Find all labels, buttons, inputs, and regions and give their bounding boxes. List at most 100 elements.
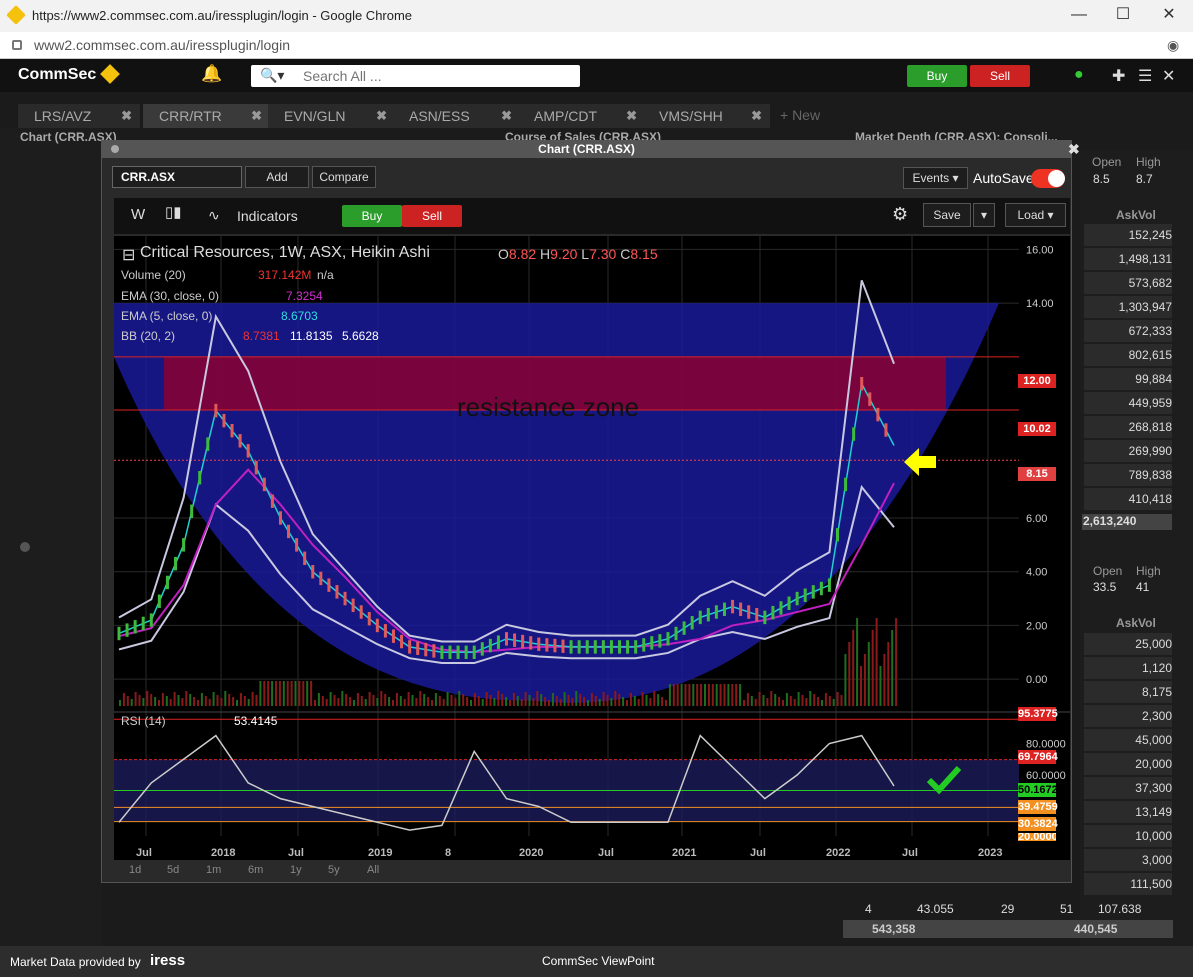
volume-value: 317.142M bbox=[258, 268, 312, 282]
askvol-value: 13,149 bbox=[1135, 805, 1172, 819]
compare-button[interactable]: Compare bbox=[312, 166, 376, 188]
save-button[interactable]: Save bbox=[923, 203, 971, 227]
close-app-icon[interactable]: ✕ bbox=[1162, 66, 1175, 86]
candle bbox=[609, 640, 613, 654]
volume-bar bbox=[739, 684, 742, 706]
askvol-row: 2,300 bbox=[1084, 705, 1172, 727]
volume-bar bbox=[181, 698, 184, 706]
volume-bar bbox=[298, 681, 301, 706]
volume-bar bbox=[165, 696, 168, 706]
period-All[interactable]: All bbox=[367, 864, 379, 876]
interval-selector[interactable]: W bbox=[131, 206, 145, 223]
volume-bar bbox=[317, 693, 320, 706]
header-sell-button[interactable]: Sell bbox=[970, 65, 1030, 87]
load-dropdown[interactable]: Load ▾ bbox=[1005, 203, 1066, 227]
askvol-row: 8,175 bbox=[1084, 681, 1172, 703]
url-text[interactable]: www2.commsec.com.au/iressplugin/login bbox=[34, 37, 290, 53]
candle bbox=[666, 632, 670, 646]
address-bar[interactable]: www2.commsec.com.au/iressplugin/login ◉ bbox=[0, 32, 1193, 59]
close-tab-icon[interactable]: ✖ bbox=[501, 104, 512, 128]
volume-bar bbox=[668, 684, 671, 706]
tab-asn-ess[interactable]: ASN/ESS ✖ bbox=[393, 104, 520, 128]
volume-bar bbox=[852, 630, 855, 706]
search-input[interactable] bbox=[297, 65, 580, 87]
rsi-legend: RSI (14) bbox=[121, 714, 166, 728]
settings-gear-icon[interactable]: ⚙ bbox=[892, 204, 908, 225]
volume-bar bbox=[364, 699, 367, 706]
tab-vms-shh[interactable]: VMS/SHH ✖ bbox=[643, 104, 770, 128]
period-5y[interactable]: 5y bbox=[328, 864, 340, 876]
candle bbox=[246, 444, 250, 458]
save-dropdown-chevron-icon[interactable]: ▾ bbox=[973, 203, 995, 227]
askvol-row: 268,818 bbox=[1084, 416, 1172, 438]
candle bbox=[763, 610, 767, 625]
close-chart-window-icon[interactable]: ✖ bbox=[1068, 141, 1080, 158]
tab-amp-cdt[interactable]: AMP/CDT ✖ bbox=[518, 104, 645, 128]
events-dropdown[interactable]: Events ▾ bbox=[903, 167, 968, 189]
close-window-button[interactable]: ✕ bbox=[1146, 4, 1192, 28]
volume-bar bbox=[216, 695, 219, 706]
autosave-toggle-knob[interactable] bbox=[1048, 170, 1065, 187]
add-icon[interactable]: ✚ bbox=[1112, 66, 1125, 86]
close-tab-icon[interactable]: ✖ bbox=[376, 104, 387, 128]
tab-lrs-avz[interactable]: LRS/AVZ ✖ bbox=[18, 104, 140, 128]
period-1m[interactable]: 1m bbox=[206, 864, 221, 876]
volume-bar bbox=[536, 691, 539, 706]
close-tab-icon[interactable]: ✖ bbox=[121, 104, 132, 128]
candle bbox=[585, 640, 589, 654]
askvol-row: 99,884 bbox=[1084, 368, 1172, 390]
volume-bar bbox=[727, 684, 730, 706]
symbol-input[interactable] bbox=[112, 166, 242, 188]
header-buy-button[interactable]: Buy bbox=[907, 65, 967, 87]
volume-bar bbox=[407, 692, 410, 706]
askvol-value: 3,000 bbox=[1141, 853, 1172, 867]
tab-evn-gln[interactable]: EVN/GLN ✖ bbox=[268, 104, 395, 128]
minimize-button[interactable]: — bbox=[1056, 4, 1102, 28]
period-6m[interactable]: 6m bbox=[248, 864, 263, 876]
commsec-logo[interactable]: CommSec bbox=[18, 66, 96, 84]
lightbulb-icon[interactable]: ● bbox=[1074, 66, 1084, 84]
askvol-row: 152,245 bbox=[1084, 224, 1172, 246]
chart-window-handle-icon[interactable] bbox=[111, 145, 119, 153]
volume-bar bbox=[259, 681, 262, 706]
search-icon[interactable]: 🔍▾ bbox=[260, 67, 284, 84]
volume-bar bbox=[329, 692, 332, 706]
askvol-value: 1,498,131 bbox=[1118, 252, 1172, 266]
period-5d[interactable]: 5d bbox=[167, 864, 179, 876]
askvol-row: 449,959 bbox=[1084, 392, 1172, 414]
close-tab-icon[interactable]: ✖ bbox=[751, 104, 762, 128]
menu-icon[interactable]: ☰ bbox=[1138, 66, 1152, 86]
volume-bar bbox=[544, 697, 547, 706]
close-tab-icon[interactable]: ✖ bbox=[251, 104, 262, 128]
chart-sell-button[interactable]: Sell bbox=[402, 205, 462, 227]
period-1y[interactable]: 1y bbox=[290, 864, 302, 876]
tab-crr-rtr[interactable]: CRR/RTR ✖ bbox=[143, 104, 270, 128]
maximize-button[interactable]: ☐ bbox=[1100, 4, 1146, 28]
panel-handle[interactable] bbox=[20, 542, 30, 552]
chart-buy-button[interactable]: Buy bbox=[342, 205, 402, 227]
high-label-2: High bbox=[1136, 564, 1161, 578]
eye-icon[interactable]: ◉ bbox=[1167, 37, 1179, 54]
close-tab-icon[interactable]: ✖ bbox=[626, 104, 637, 128]
chart-legend-title: Critical Resources, 1W, ASX, Heikin Ashi bbox=[140, 244, 430, 261]
volume-bar bbox=[154, 697, 157, 706]
indicators-icon[interactable]: ∿ bbox=[208, 207, 220, 224]
x-tick-label: 2018 bbox=[211, 847, 235, 859]
footer-viewpoint: CommSec ViewPoint bbox=[542, 954, 655, 968]
candle-type-icon[interactable]: ▯▮ bbox=[165, 203, 182, 221]
candle bbox=[190, 504, 194, 518]
indicators-button[interactable]: Indicators bbox=[237, 208, 298, 224]
candle bbox=[133, 620, 137, 634]
collapse-legend-icon[interactable]: ⊟ bbox=[122, 245, 135, 265]
askvol-row: 789,838 bbox=[1084, 464, 1172, 486]
volume-bar bbox=[392, 700, 394, 706]
chart-window-title[interactable]: Chart (CRR.ASX) bbox=[101, 140, 1072, 158]
volume-bar bbox=[665, 700, 667, 706]
bell-icon[interactable]: 🔔 bbox=[201, 64, 222, 84]
new-tab-button[interactable]: + New bbox=[780, 107, 820, 123]
add-button[interactable]: Add bbox=[245, 166, 309, 188]
candle bbox=[206, 437, 210, 451]
left-panel bbox=[0, 128, 102, 946]
period-1d[interactable]: 1d bbox=[129, 864, 141, 876]
x-tick-label: Jul bbox=[750, 847, 766, 859]
